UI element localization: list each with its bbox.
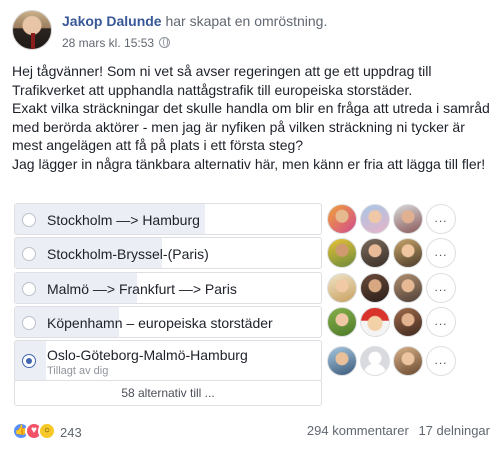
voter-avatar[interactable] xyxy=(393,346,423,377)
poll-option-label: Malmö —> Frankfurt —> Paris xyxy=(47,280,237,297)
poll-option-label: Stockholm-Bryssel-(Paris) xyxy=(47,246,209,263)
post-body-line: Jag lägger in några tänkbara alternativ … xyxy=(12,155,486,172)
voter-avatar[interactable] xyxy=(360,346,390,377)
poll-option-added-by: Tillagt av dig xyxy=(47,365,109,378)
poll-option-radio[interactable] xyxy=(22,281,36,296)
poll-option-label: Stockholm —> Hamburg xyxy=(47,212,200,228)
voter-avatar[interactable] xyxy=(327,346,357,377)
globe-icon xyxy=(159,37,171,48)
voter-avatar[interactable] xyxy=(393,204,423,234)
post-body: Hej tågvänner! Som ni vet så avser reger… xyxy=(12,62,490,174)
author-avatar[interactable] xyxy=(12,10,52,50)
poll-option-box[interactable]: Malmö —> Frankfurt —> Paris xyxy=(14,271,322,304)
poll-option-box[interactable]: Oslo-Göteborg-Malmö-Hamburg Tillagt av d… xyxy=(14,340,322,383)
more-voters-button[interactable]: ... xyxy=(426,238,456,269)
poll-option-label: Köpenhamn – europeiska storstäder xyxy=(47,314,273,331)
voter-avatar[interactable] xyxy=(327,238,357,269)
voter-avatar[interactable] xyxy=(360,238,390,269)
shares-count[interactable]: 17 delningar xyxy=(418,423,490,438)
post-body-line: Exakt vilka sträckningar det skulle hand… xyxy=(12,100,490,154)
author-name-link[interactable]: Jakop Dalunde xyxy=(62,13,162,29)
post-body-line: Hej tågvänner! Som ni vet så avser reger… xyxy=(12,63,432,98)
voter-avatar[interactable] xyxy=(327,204,357,234)
voter-avatar[interactable] xyxy=(327,306,357,337)
more-voters-button[interactable]: ... xyxy=(426,272,456,303)
poll-post: Jakop Dalunde har skapat en omröstning. … xyxy=(0,0,502,451)
poll-option-label: Oslo-Göteborg-Malmö-Hamburg xyxy=(47,347,248,364)
voter-avatar[interactable] xyxy=(360,272,390,303)
poll-option-box[interactable]: Stockholm —> Hamburg xyxy=(14,203,322,235)
poll-option: Oslo-Göteborg-Malmö-Hamburg Tillagt av d… xyxy=(14,340,490,383)
more-voters-button[interactable]: ... xyxy=(426,204,456,234)
poll-option: Malmö —> Frankfurt —> Paris ... xyxy=(14,271,490,304)
poll-option: Stockholm-Bryssel-(Paris) ... xyxy=(14,237,490,270)
voter-avatar[interactable] xyxy=(393,238,423,269)
more-voters-button[interactable]: ... xyxy=(426,306,456,337)
voter-avatar[interactable] xyxy=(393,272,423,303)
post-footer: 👍 ♥ ○ 243 294 kommentarer 17 delningar xyxy=(12,420,490,442)
poll-option-box[interactable]: Stockholm-Bryssel-(Paris) xyxy=(14,237,322,270)
reaction-count[interactable]: 243 xyxy=(60,425,82,440)
poll-option-radio[interactable] xyxy=(22,315,36,330)
post-action-text: har skapat en omröstning. xyxy=(165,13,328,29)
voter-avatar[interactable] xyxy=(327,272,357,303)
comments-count[interactable]: 294 kommentarer xyxy=(307,423,409,438)
voter-avatar[interactable] xyxy=(360,306,390,337)
more-voters-button[interactable]: ... xyxy=(426,346,456,377)
poll-options: Stockholm —> Hamburg ... Stockholm-Bryss… xyxy=(14,203,490,384)
poll-option: Köpenhamn – europeiska storstäder ... xyxy=(14,305,490,338)
more-options-button[interactable]: 58 alternativ till ... xyxy=(14,380,322,406)
voter-avatar[interactable] xyxy=(393,306,423,337)
post-meta: 28 mars kl. 15:53 xyxy=(62,36,171,50)
post-title-line: Jakop Dalunde har skapat en omröstning. xyxy=(62,13,327,29)
post-header: Jakop Dalunde har skapat en omröstning. … xyxy=(12,10,482,54)
post-stats: 294 kommentarer 17 delningar xyxy=(307,423,490,438)
post-timestamp[interactable]: 28 mars kl. 15:53 xyxy=(62,36,154,50)
voter-avatar[interactable] xyxy=(360,204,390,234)
poll-option: Stockholm —> Hamburg ... xyxy=(14,203,490,235)
wow-icon: ○ xyxy=(38,422,56,440)
poll-option-box[interactable]: Köpenhamn – europeiska storstäder xyxy=(14,305,322,338)
poll-option-radio[interactable] xyxy=(22,213,36,227)
